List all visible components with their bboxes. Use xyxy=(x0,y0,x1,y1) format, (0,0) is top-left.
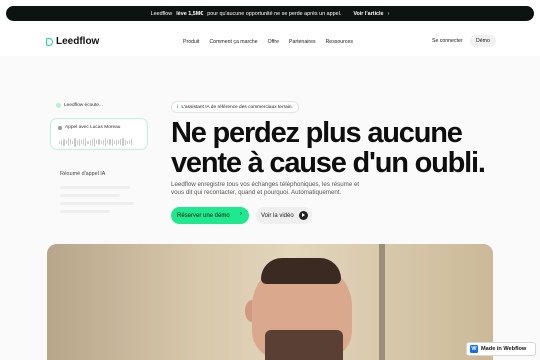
waveform-bar xyxy=(129,140,131,144)
nav-item-produit[interactable]: Produit xyxy=(183,39,199,45)
record-dot-icon xyxy=(58,125,62,130)
listening-status: Leedflow écoute... xyxy=(56,103,103,108)
nav-item-offre[interactable]: Offre xyxy=(268,39,279,45)
login-button[interactable]: Se connecter xyxy=(428,36,467,46)
logo-text: Leedflow xyxy=(56,36,100,47)
waveform-bar xyxy=(115,139,118,145)
call-title-label: Appel avec Lucas Moreau xyxy=(65,125,121,130)
waveform-bar xyxy=(100,140,102,144)
nav-item-partenaires[interactable]: Partenaires xyxy=(289,39,316,45)
waveform-bar xyxy=(61,139,63,145)
headline-line-1: Ne perdez plus aucune xyxy=(171,117,463,149)
waveform-bar xyxy=(113,140,115,144)
waveform-bar xyxy=(98,139,100,145)
waveform-bar xyxy=(89,139,91,145)
placeholder-line xyxy=(60,186,130,189)
leedflow-logo-icon xyxy=(46,37,53,46)
hero-badge-text: L'assistant IA de référence des commerci… xyxy=(181,104,293,110)
waveform-bar xyxy=(96,140,98,144)
demo-button[interactable]: Démo xyxy=(470,35,496,47)
waveform-bar xyxy=(102,139,104,145)
watch-video-button[interactable]: Voir la vidéo xyxy=(256,207,312,224)
video-door-frame xyxy=(379,244,385,360)
listening-card: Leedflow écoute... Appel avec Lucas More… xyxy=(46,88,151,228)
hero-video[interactable] xyxy=(47,244,493,360)
waveform-bar xyxy=(91,138,93,146)
waveform-bar xyxy=(63,138,65,146)
watch-video-label: Voir la vidéo xyxy=(261,212,294,219)
waveform-bar xyxy=(118,140,120,144)
placeholder-line xyxy=(60,210,110,213)
made-in-webflow-badge[interactable]: W Made in Webflow xyxy=(466,342,536,356)
announcement-link[interactable]: Voir l'article xyxy=(353,11,383,17)
announcement-text: pour qu'aucune opportunité ne se perde a… xyxy=(207,10,342,17)
listening-indicator-icon xyxy=(56,103,61,108)
hero-headline: Ne perdez plus aucune vente à cause d'un… xyxy=(171,117,486,179)
announcement-bar[interactable]: Leedflow lève 1,5M€ pour qu'aucune oppor… xyxy=(6,6,534,21)
waveform-bar xyxy=(126,140,128,144)
announcement-highlight: lève 1,5M€ xyxy=(176,10,204,17)
hero-badge: i L'assistant IA de référence des commer… xyxy=(171,101,299,113)
waveform-bar xyxy=(59,140,61,144)
waveform-bar xyxy=(74,137,76,147)
summary-label: Résumé d'appel IA xyxy=(60,171,106,177)
waveform-icon xyxy=(59,137,133,147)
listening-label: Leedflow écoute... xyxy=(64,103,103,108)
nav-item-comment-ca-marche[interactable]: Comment ça marche xyxy=(209,39,257,45)
waveform-bar xyxy=(124,139,126,145)
person-beard xyxy=(265,330,343,360)
chevron-right-icon: › xyxy=(240,211,242,217)
waveform-bar xyxy=(69,139,72,145)
waveform-bar xyxy=(78,138,80,146)
logo[interactable]: Leedflow xyxy=(46,36,99,47)
waveform-bar xyxy=(122,138,124,146)
hero-subtext: Leedflow enregistre tous vos échanges té… xyxy=(171,181,360,196)
nav-item-ressources[interactable]: Ressources xyxy=(326,39,353,45)
waveform-bar xyxy=(131,139,133,145)
announcement-prefix: Leedflow xyxy=(150,10,173,17)
waveform-bar xyxy=(87,140,89,144)
nav-menu: Produit Comment ça marche Offre Partenai… xyxy=(183,39,353,45)
play-icon xyxy=(299,211,308,220)
webflow-logo-icon: W xyxy=(470,345,478,353)
waveform-bar xyxy=(80,140,83,144)
waveform-bar xyxy=(65,140,67,144)
waveform-bar xyxy=(104,138,107,146)
headline-line-2: vente à cause d'un oubli. xyxy=(171,147,486,179)
chevron-right-icon: › xyxy=(387,10,390,17)
waveform-bar xyxy=(111,138,113,146)
waveform-bar xyxy=(85,138,87,146)
waveform-bar xyxy=(94,137,96,147)
webflow-badge-label: Made in Webflow xyxy=(481,346,527,352)
person-hair xyxy=(261,258,341,284)
waveform-bar xyxy=(72,140,74,144)
waveform-bar xyxy=(76,139,78,145)
placeholder-line xyxy=(60,194,120,197)
book-demo-label: Réserver une démo xyxy=(177,212,230,219)
waveform-bar xyxy=(120,139,122,145)
info-icon: i xyxy=(177,104,179,110)
call-box: Appel avec Lucas Moreau xyxy=(50,118,148,150)
waveform-bar xyxy=(109,139,111,145)
waveform-bar xyxy=(107,140,109,144)
placeholder-line xyxy=(60,202,134,205)
book-demo-button[interactable]: Réserver une démo › xyxy=(171,207,249,224)
waveform-bar xyxy=(67,138,69,146)
waveform-bar xyxy=(83,139,85,145)
top-nav: Leedflow Produit Comment ça marche Offre… xyxy=(0,30,540,54)
call-title: Appel avec Lucas Moreau xyxy=(58,125,120,130)
